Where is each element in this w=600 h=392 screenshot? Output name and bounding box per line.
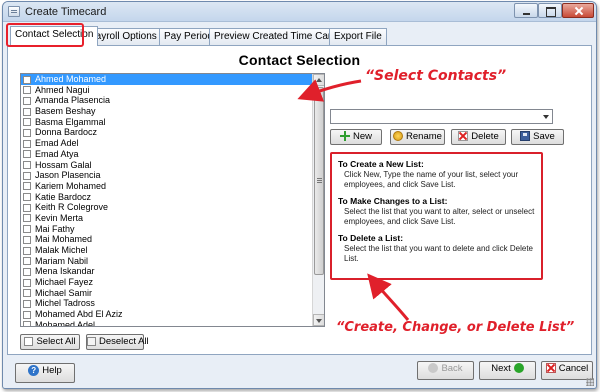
active-tab-highlight xyxy=(6,23,84,47)
next-label: Next xyxy=(491,363,511,374)
select-contacts-arrow xyxy=(297,79,362,102)
next-arrow-icon xyxy=(513,363,524,374)
back-label: Back xyxy=(441,363,463,374)
select-contacts-annotation: “Select Contacts” xyxy=(365,68,507,84)
create-change-delete-annotation: “Create, Change, or Delete List” xyxy=(336,320,575,335)
help-label: Help xyxy=(42,365,62,376)
help-icon: ? xyxy=(28,364,40,376)
next-button[interactable]: Next xyxy=(479,361,536,380)
back-button[interactable]: Back xyxy=(417,361,474,380)
resize-grip-icon[interactable] xyxy=(586,378,594,386)
help-button[interactable]: ? Help xyxy=(15,363,75,383)
list-actions-arrow xyxy=(367,273,410,321)
back-arrow-icon xyxy=(428,363,439,374)
cancel-label: Cancel xyxy=(558,363,589,374)
create-timecard-window: Create Timecard Contact Selection Payrol… xyxy=(2,1,597,389)
cancel-icon xyxy=(545,363,556,374)
